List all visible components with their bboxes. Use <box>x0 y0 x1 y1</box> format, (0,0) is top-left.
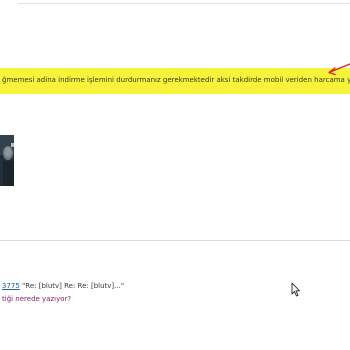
section-divider <box>0 240 350 241</box>
red-arrow-icon <box>328 63 350 76</box>
video-thumbnail[interactable] <box>0 135 14 186</box>
mouse-pointer-icon <box>291 282 300 297</box>
warning-text: ğmemesi adina indirme işlemini durdurman… <box>2 76 350 84</box>
post-entry: 3775 "Re: [blutv] Re: Re: [blutv]..." <box>2 282 124 291</box>
page: ğmemesi adina indirme işlemini durdurman… <box>0 0 350 350</box>
top-divider <box>18 3 350 4</box>
post-title: "Re: [blutv] Re: Re: [blutv]..." <box>19 282 125 290</box>
thumbnail-image-icon <box>0 135 14 186</box>
post-question[interactable]: tiği nerede yazıyor? <box>2 295 71 304</box>
warning-banner: ğmemesi adina indirme işlemini durdurman… <box>0 68 350 94</box>
post-link[interactable]: 3775 <box>2 282 20 290</box>
